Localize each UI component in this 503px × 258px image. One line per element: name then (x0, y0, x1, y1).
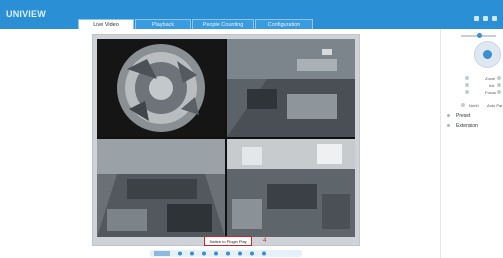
iris-minus-icon[interactable] (465, 83, 469, 87)
iris-plus-icon[interactable] (497, 83, 501, 87)
slider-knob[interactable] (477, 33, 482, 38)
video-area (92, 34, 360, 246)
tab-people-counting[interactable]: People Counting (192, 19, 254, 29)
video-pane-3[interactable] (97, 139, 225, 237)
north-icon[interactable] (461, 103, 465, 107)
tab-live-video[interactable]: Live Video (78, 19, 134, 29)
focus-label: Focus (485, 90, 496, 95)
stream-select[interactable] (154, 251, 170, 256)
north-label: North (469, 103, 479, 108)
focus-plus-icon[interactable] (497, 90, 501, 94)
play-icon[interactable] (178, 251, 182, 256)
preset-expand-icon[interactable] (447, 114, 450, 117)
iris-label: Iris (489, 83, 495, 88)
preset-menu-item[interactable]: Preset (456, 113, 470, 119)
extension-menu-item[interactable]: Extension (456, 123, 478, 129)
zoom-label: Zoom (485, 76, 496, 81)
top-header-bar: UNIVIEW Live Video Playback People Count… (0, 0, 503, 29)
record-icon[interactable] (214, 251, 218, 256)
video-pane-fisheye[interactable] (97, 39, 225, 137)
video-grid (97, 39, 355, 237)
video-pane-4[interactable] (227, 139, 355, 237)
snapshot-icon[interactable] (202, 251, 206, 256)
ptz-direction-pad[interactable] (474, 41, 501, 68)
auto-pat-label[interactable]: Auto Pat (487, 103, 502, 108)
logout-icon[interactable] (492, 16, 497, 21)
header-icons (474, 16, 497, 21)
main-tabs: Live Video Playback People Counting Conf… (78, 19, 314, 29)
annotation-number: 4 (263, 238, 267, 244)
tab-playback[interactable]: Playback (135, 19, 191, 29)
audio-icon[interactable] (238, 251, 242, 256)
stop-icon[interactable] (190, 251, 194, 256)
zoom-in-icon[interactable] (497, 76, 501, 80)
ptz-center-icon[interactable] (483, 50, 492, 59)
brand-logo: UNIVIEW (6, 9, 46, 19)
help-icon[interactable] (483, 16, 488, 21)
user-icon[interactable] (474, 16, 479, 21)
zoom-out-icon[interactable] (465, 76, 469, 80)
video-toolbar (150, 249, 302, 258)
extension-expand-icon[interactable] (447, 124, 450, 127)
ptz-speed-slider[interactable] (461, 33, 496, 38)
tab-configuration[interactable]: Configuration (255, 19, 313, 29)
zoom-icon[interactable] (226, 251, 230, 256)
talk-icon[interactable] (250, 251, 254, 256)
switch-to-plugin-play-button[interactable]: Switch to Plugin Play (204, 236, 252, 246)
focus-minus-icon[interactable] (465, 90, 469, 94)
fullscreen-icon[interactable] (262, 251, 266, 256)
video-pane-2[interactable] (227, 39, 355, 137)
